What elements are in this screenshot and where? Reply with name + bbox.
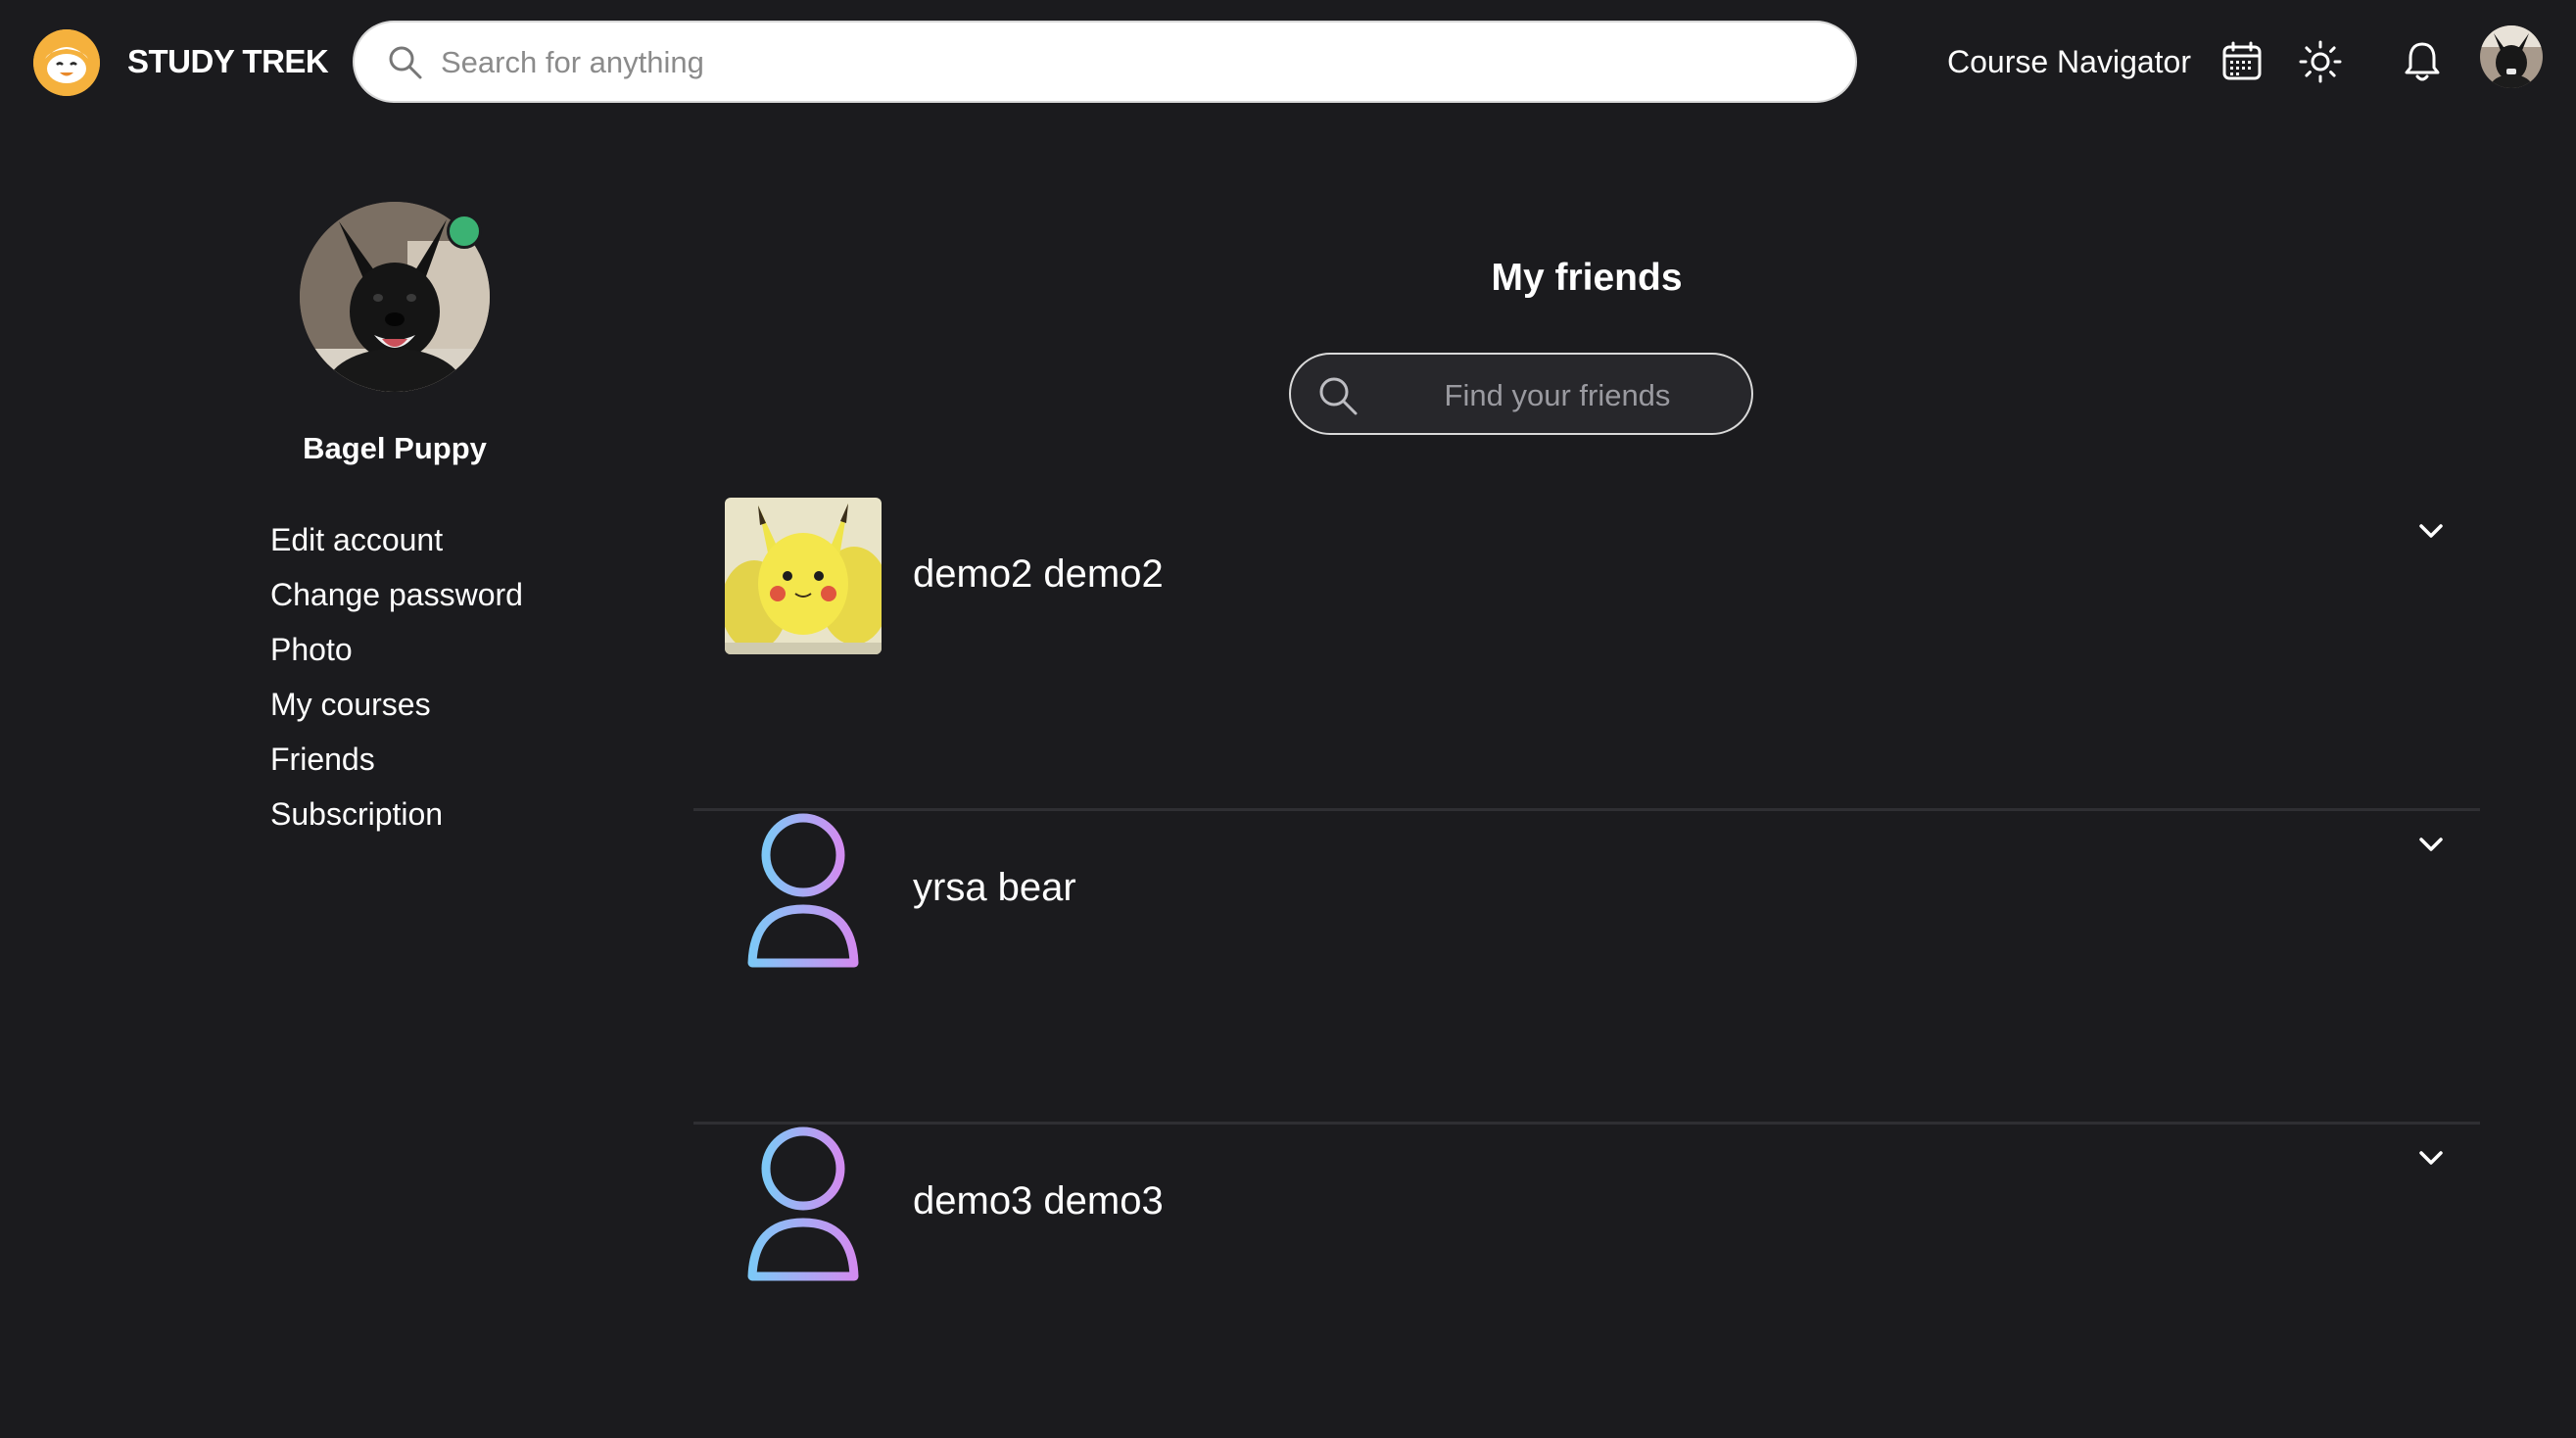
friend-avatar-default[interactable] (725, 811, 882, 968)
menu-item-friends[interactable]: Friends (270, 742, 523, 796)
default-user-icon (747, 813, 859, 968)
menu-item-edit-account[interactable]: Edit account (270, 522, 523, 577)
calendar-icon[interactable] (2219, 39, 2265, 84)
course-navigator-link[interactable]: Course Navigator (1947, 44, 2191, 80)
profile-name: Bagel Puppy (303, 431, 487, 465)
search-icon (389, 46, 422, 79)
friend-avatar-default[interactable] (725, 1125, 882, 1281)
user-avatar-menu[interactable] (2480, 25, 2543, 88)
friend-name[interactable]: demo3 demo3 (913, 1179, 1164, 1223)
top-bar: STUDY TREK Course Navigator (0, 0, 2576, 125)
page-title: My friends (1491, 257, 1683, 299)
logo-mascot-icon (33, 29, 100, 96)
friend-row: demo3 demo3 (693, 1125, 2480, 1438)
global-search-input[interactable] (439, 36, 1814, 89)
profile-menu: Edit account Change password Photo My co… (270, 522, 523, 851)
study-trek-logo[interactable] (33, 29, 100, 96)
pikachu-photo-icon (725, 498, 882, 654)
online-status-indicator (447, 214, 482, 249)
search-icon (1319, 377, 1358, 415)
chevron-down-icon[interactable] (2413, 827, 2449, 862)
chevron-down-icon[interactable] (2413, 1140, 2449, 1175)
dog-avatar-icon (2480, 25, 2543, 88)
global-search[interactable] (353, 21, 1857, 103)
friend-avatar-photo[interactable] (725, 498, 882, 654)
default-user-icon (747, 1126, 859, 1281)
menu-item-subscription[interactable]: Subscription (270, 796, 523, 851)
menu-item-change-password[interactable]: Change password (270, 577, 523, 632)
friend-search[interactable] (1289, 353, 1753, 435)
friend-row: demo2 demo2 (693, 498, 2480, 811)
brand-name[interactable]: STUDY TREK (127, 43, 329, 80)
sun-icon[interactable] (2298, 39, 2343, 84)
menu-item-photo[interactable]: Photo (270, 632, 523, 687)
friend-search-input[interactable] (1389, 370, 1726, 421)
bell-icon[interactable] (2400, 39, 2445, 84)
friend-name[interactable]: yrsa bear (913, 866, 1076, 910)
friend-row: yrsa bear (693, 811, 2480, 1125)
chevron-down-icon[interactable] (2413, 513, 2449, 549)
friend-name[interactable]: demo2 demo2 (913, 552, 1164, 597)
menu-item-my-courses[interactable]: My courses (270, 687, 523, 742)
